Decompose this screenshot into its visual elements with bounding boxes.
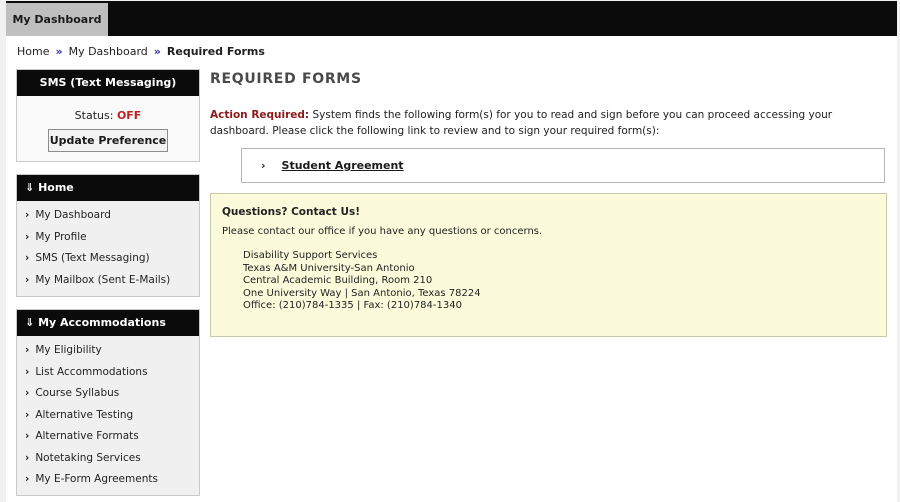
sidebar-item-my-mailbox[interactable]: › My Mailbox (Sent E-Mails): [17, 270, 199, 292]
sms-status: Status: OFF: [17, 109, 199, 122]
contact-line: Office: (210)784-1335 | Fax: (210)784-13…: [243, 300, 462, 311]
page-title: REQUIRED FORMS: [210, 71, 362, 87]
double-chevron-down-icon: ⇓: [25, 181, 35, 194]
contact-line: Central Academic Building, Room 210: [243, 275, 433, 286]
sidebar-item-label: My Mailbox (Sent E-Mails): [35, 273, 171, 286]
accommodations-nav-list: › My Eligibility › List Accommodations › Co…: [17, 336, 199, 496]
sms-status-value: OFF: [116, 109, 142, 122]
contact-intro: Please contact our office if you have an…: [222, 226, 543, 237]
sms-status-label: Status:: [74, 109, 114, 122]
sidebar: SMS (Text Messaging) Status: OFF Update …: [16, 69, 200, 496]
chevron-right-icon: ›: [25, 387, 30, 399]
contact-panel: Questions? Contact Us! Please contact ou…: [210, 193, 887, 337]
chevron-right-icon: ›: [25, 230, 30, 243]
sidebar-item-list-accommodations[interactable]: › List Accommodations: [17, 362, 199, 384]
sidebar-item-label: List Accommodations: [35, 365, 148, 378]
sidebar-item-label: Alternative Testing: [35, 408, 134, 421]
sidebar-item-notetaking-services[interactable]: › Notetaking Services: [17, 448, 199, 470]
breadcrumb-separator-icon: »: [153, 45, 161, 58]
chevron-right-icon: ›: [25, 408, 30, 421]
chevron-right-icon: ›: [25, 365, 30, 378]
sidebar-item-label: My Eligibility: [35, 344, 102, 356]
sidebar-item-my-e-form-agreements[interactable]: › My E-Form Agreements: [17, 469, 199, 491]
home-nav-title: Home: [38, 181, 74, 194]
tab-my-dashboard[interactable]: My Dashboard: [6, 3, 108, 36]
breadcrumb-current: Required Forms: [166, 45, 265, 58]
chevron-right-icon: ›: [25, 209, 30, 221]
sidebar-item-my-profile[interactable]: › My Profile: [17, 227, 199, 249]
sidebar-item-alternative-testing[interactable]: › Alternative Testing: [17, 405, 199, 427]
page: My Dashboard Home » My Dashboard » Required …: [0, 0, 900, 502]
home-nav-header[interactable]: ⇓ Home: [17, 175, 199, 201]
sidebar-item-label: My E-Form Agreements: [35, 473, 158, 485]
chevron-right-icon: ›: [25, 252, 30, 264]
breadcrumb: Home » My Dashboard » Required Forms: [17, 45, 265, 58]
main-panel: REQUIRED FORMS Action Required: System f…: [210, 69, 887, 337]
sidebar-item-label: Notetaking Services: [35, 451, 141, 464]
contact-line: One University Way | San Antonio, Texas …: [243, 287, 481, 299]
breadcrumb-dashboard-link[interactable]: My Dashboard: [69, 45, 148, 58]
action-required-label: Action Required:: [210, 109, 310, 121]
sidebar-item-my-dashboard[interactable]: › My Dashboard: [17, 205, 199, 227]
action-required-message: Action Required: System finds the follow…: [210, 107, 887, 139]
home-nav-panel: ⇓ Home › My Dashboard › My Profile › SMS (T…: [16, 174, 200, 297]
student-agreement-link[interactable]: Student Agreement: [282, 159, 404, 172]
sidebar-item-course-syllabus[interactable]: › Course Syllabus: [17, 383, 199, 405]
sidebar-item-label: Course Syllabus: [35, 387, 120, 399]
chevron-right-icon: ›: [25, 273, 30, 286]
chevron-right-icon: ›: [25, 473, 30, 485]
contact-title: Questions? Contact Us!: [222, 206, 361, 218]
contact-address: Disability Support Services Texas A&M Un…: [243, 250, 875, 313]
update-preference-button[interactable]: Update Preference: [48, 129, 168, 152]
required-form-item[interactable]: › Student Agreement: [241, 148, 885, 183]
sidebar-item-label: SMS (Text Messaging): [35, 252, 150, 264]
sidebar-item-alternative-formats[interactable]: › Alternative Formats: [17, 426, 199, 448]
content-area: Home » My Dashboard » Required Forms SMS (Te…: [6, 36, 897, 502]
breadcrumb-home-link[interactable]: Home: [17, 45, 49, 58]
sms-panel-title: SMS (Text Messaging): [17, 70, 199, 96]
sidebar-item-sms[interactable]: › SMS (Text Messaging): [17, 248, 199, 270]
sidebar-item-label: My Profile: [35, 230, 87, 243]
home-nav-list: › My Dashboard › My Profile › SMS (Text Mes…: [17, 201, 199, 296]
contact-line: Texas A&M University-San Antonio: [243, 262, 415, 274]
accommodations-nav-panel: ⇓ My Accommodations › My Eligibility › Lis…: [16, 309, 200, 496]
chevron-right-icon: ›: [25, 430, 30, 442]
sidebar-item-my-eligibility[interactable]: › My Eligibility: [17, 340, 199, 362]
double-chevron-down-icon: ⇓: [25, 316, 35, 329]
chevron-right-icon: ›: [25, 344, 30, 356]
breadcrumb-separator-icon: »: [55, 45, 63, 58]
accommodations-nav-header[interactable]: ⇓ My Accommodations: [17, 310, 199, 336]
accommodations-nav-title: My Accommodations: [38, 316, 166, 329]
sms-panel: SMS (Text Messaging) Status: OFF Update …: [16, 69, 200, 162]
chevron-right-icon: ›: [25, 451, 30, 464]
chevron-right-icon: ›: [261, 159, 266, 172]
contact-line: Disability Support Services: [243, 250, 378, 261]
top-navigation-bar: My Dashboard: [6, 1, 897, 36]
sidebar-item-label: My Dashboard: [35, 209, 111, 221]
sidebar-item-label: Alternative Formats: [35, 430, 139, 442]
